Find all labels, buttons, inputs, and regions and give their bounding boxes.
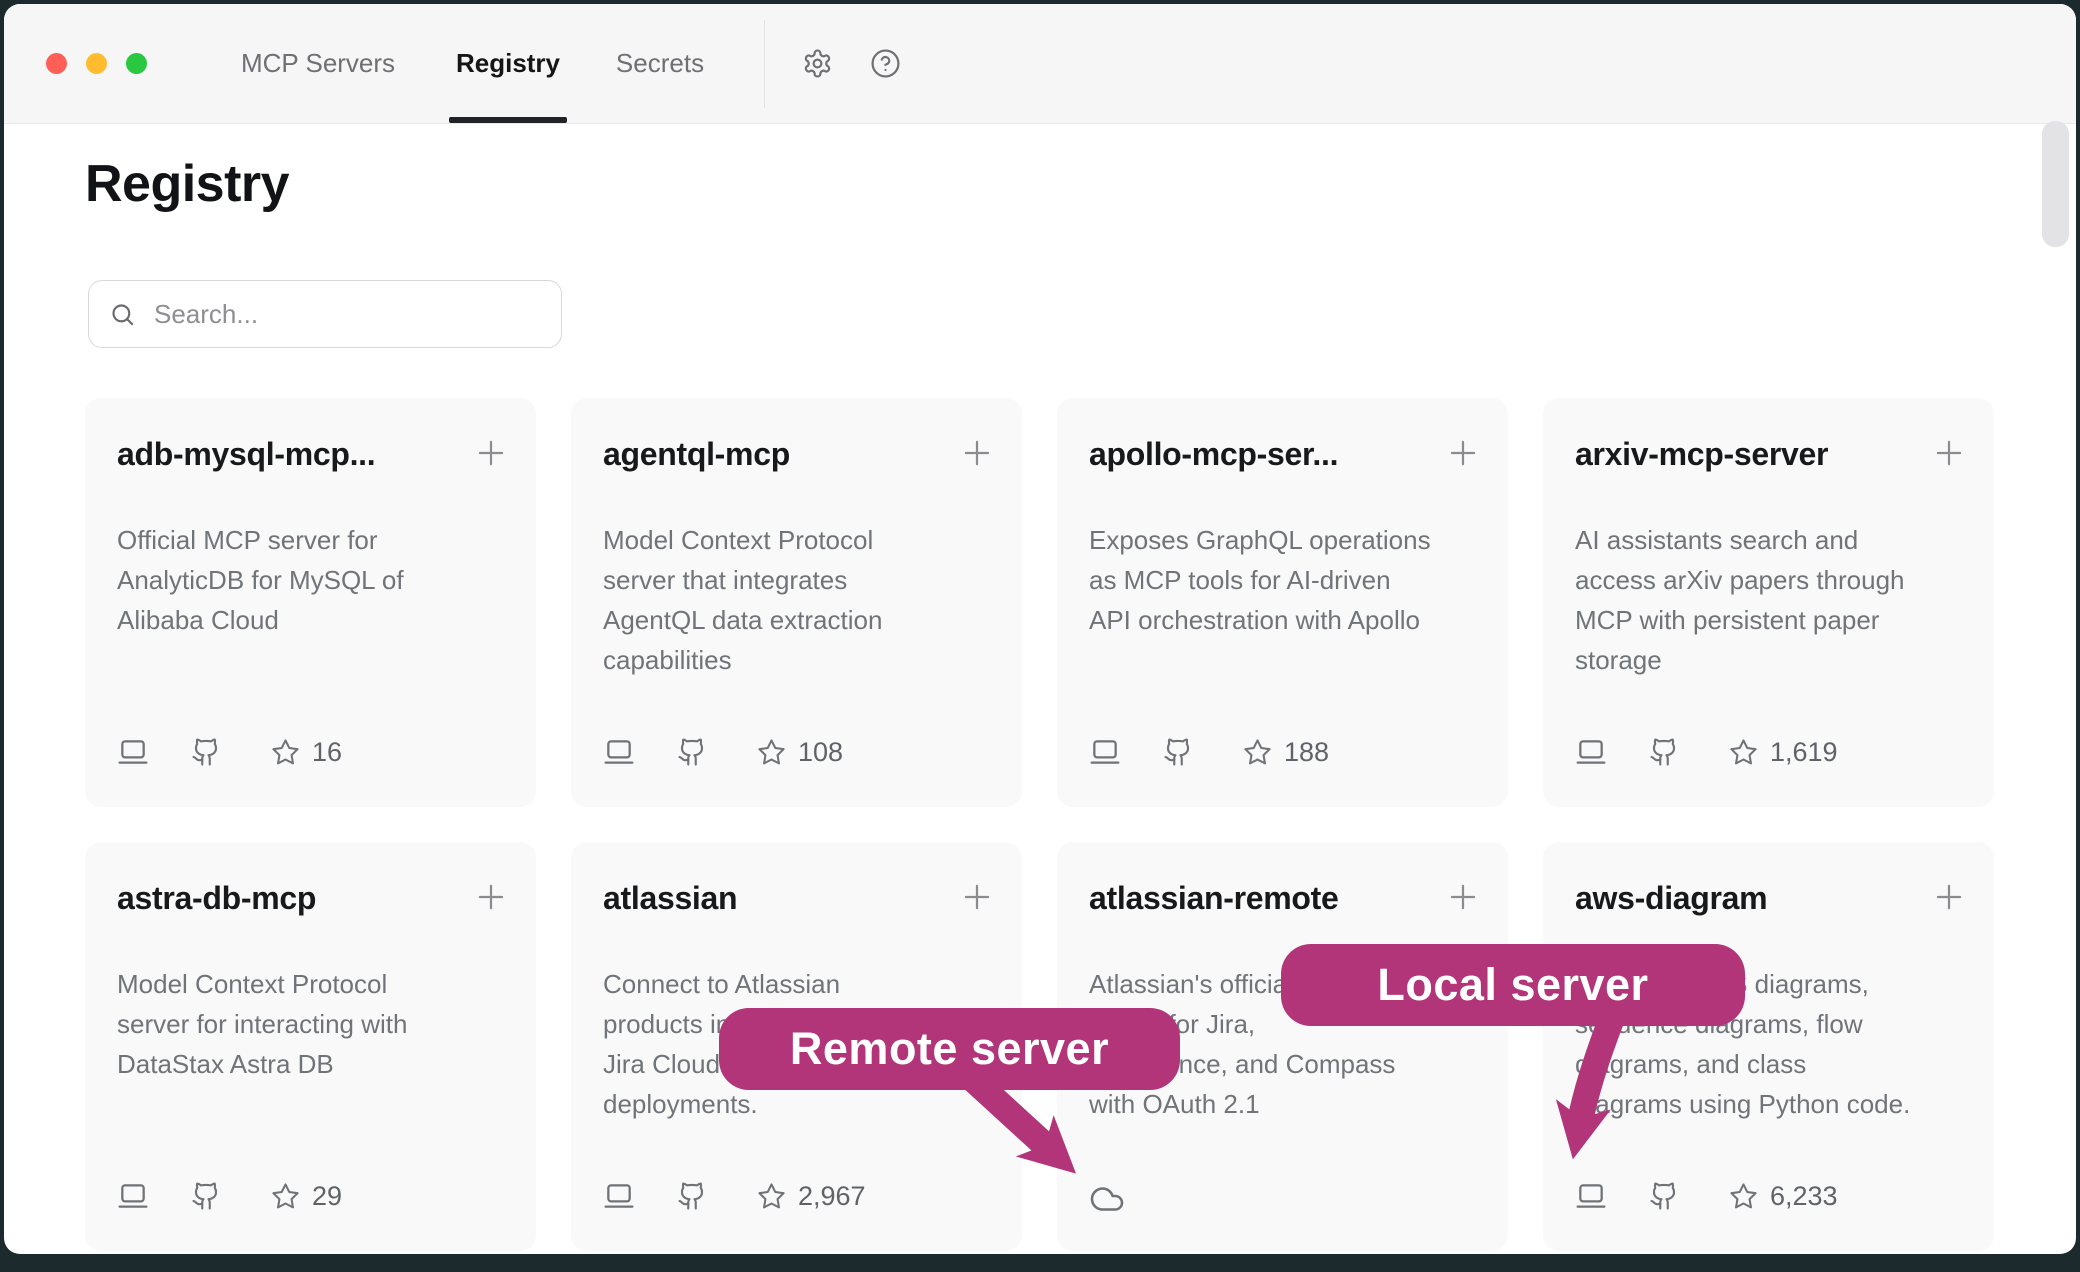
star-icon <box>271 738 300 767</box>
laptop-icon <box>603 1180 635 1212</box>
server-card-footer <box>1089 1179 1125 1213</box>
server-card-footer: 188 <box>1089 735 1329 769</box>
laptop-icon <box>1575 1180 1607 1212</box>
github-icon <box>191 737 221 767</box>
github-icon <box>1163 737 1193 767</box>
star-icon <box>1243 738 1272 767</box>
add-server-button[interactable] <box>472 434 510 472</box>
add-server-button[interactable] <box>1930 878 1968 916</box>
server-card-footer: 2,967 <box>603 1179 866 1213</box>
laptop-icon <box>1089 736 1121 768</box>
registry-card-grid: adb-mysql-mcp... Official MCP server for… <box>85 398 1994 1251</box>
add-server-button[interactable] <box>1930 434 1968 472</box>
tab-registry[interactable]: Registry <box>456 4 560 123</box>
star-count: 16 <box>312 737 342 768</box>
github-icon <box>677 1181 707 1211</box>
search-input[interactable] <box>152 298 541 331</box>
server-card-agentql-mcp: agentql-mcp Model Context Protocol serve… <box>571 398 1022 807</box>
star-icon <box>1729 738 1758 767</box>
laptop-icon <box>117 1180 149 1212</box>
zoom-window-button[interactable] <box>126 53 147 74</box>
server-card-footer: 16 <box>117 735 342 769</box>
star-icon <box>757 1182 786 1211</box>
github-icon <box>191 1181 221 1211</box>
add-server-button[interactable] <box>472 878 510 916</box>
star-count: 6,233 <box>1770 1181 1838 1212</box>
server-name: atlassian-remote <box>1089 880 1424 917</box>
search-box[interactable] <box>88 280 562 348</box>
star-icon <box>1729 1182 1758 1211</box>
server-name: aws-diagram <box>1575 880 1910 917</box>
star-icon <box>757 738 786 767</box>
add-server-button[interactable] <box>1444 878 1482 916</box>
server-description: Exposes GraphQL operations as MCP tools … <box>1089 520 1484 640</box>
server-name: astra-db-mcp <box>117 880 452 917</box>
server-name: agentql-mcp <box>603 436 938 473</box>
server-name: adb-mysql-mcp... <box>117 436 452 473</box>
close-window-button[interactable] <box>46 53 67 74</box>
add-server-button[interactable] <box>958 878 996 916</box>
server-card-footer: 1,619 <box>1575 735 1838 769</box>
tab-secrets[interactable]: Secrets <box>616 4 704 123</box>
server-card-apollo-mcp-server: apollo-mcp-ser... Exposes GraphQL operat… <box>1057 398 1508 807</box>
server-card-footer: 6,233 <box>1575 1179 1838 1213</box>
star-icon <box>271 1182 300 1211</box>
local-server-callout: Local server <box>1281 944 1745 1026</box>
settings-gear-icon[interactable] <box>802 48 833 79</box>
star-count: 188 <box>1284 737 1329 768</box>
server-card-footer: 29 <box>117 1179 342 1213</box>
laptop-icon <box>1575 736 1607 768</box>
titlebar: MCP Servers Registry Secrets <box>4 4 2076 124</box>
scrollbar-thumb[interactable] <box>2042 121 2069 247</box>
server-description: Model Context Protocol server for intera… <box>117 964 512 1084</box>
header-divider <box>764 20 765 108</box>
server-description: AI assistants search and access arXiv pa… <box>1575 520 1970 680</box>
add-server-button[interactable] <box>1444 434 1482 472</box>
server-card-footer: 108 <box>603 735 843 769</box>
traffic-lights <box>46 53 147 74</box>
github-icon <box>1649 737 1679 767</box>
server-card-adb-mysql-mcp: adb-mysql-mcp... Official MCP server for… <box>85 398 536 807</box>
laptop-icon <box>117 736 149 768</box>
github-icon <box>1649 1181 1679 1211</box>
search-icon <box>109 301 136 328</box>
server-description: Official MCP server for AnalyticDB for M… <box>117 520 512 640</box>
star-count: 108 <box>798 737 843 768</box>
page-title: Registry <box>85 154 289 214</box>
server-name: arxiv-mcp-server <box>1575 436 1910 473</box>
laptop-icon <box>603 736 635 768</box>
server-name: atlassian <box>603 880 938 917</box>
star-count: 29 <box>312 1181 342 1212</box>
add-server-button[interactable] <box>958 434 996 472</box>
server-card-arxiv-mcp-server: arxiv-mcp-server AI assistants search an… <box>1543 398 1994 807</box>
active-tab-indicator <box>449 117 567 123</box>
star-count: 2,967 <box>798 1181 866 1212</box>
server-card-aws-diagram: aws-diagram Generate AWS diagrams, seque… <box>1543 842 1994 1251</box>
star-count: 1,619 <box>1770 737 1838 768</box>
cloud-icon <box>1089 1181 1125 1217</box>
tab-mcp-servers[interactable]: MCP Servers <box>241 4 395 123</box>
server-description: Model Context Protocol server that integ… <box>603 520 998 680</box>
help-icon[interactable] <box>870 48 901 79</box>
remote-server-callout: Remote server <box>719 1008 1180 1090</box>
server-card-astra-db-mcp: astra-db-mcp Model Context Protocol serv… <box>85 842 536 1251</box>
server-name: apollo-mcp-ser... <box>1089 436 1424 473</box>
minimize-window-button[interactable] <box>86 53 107 74</box>
github-icon <box>677 737 707 767</box>
